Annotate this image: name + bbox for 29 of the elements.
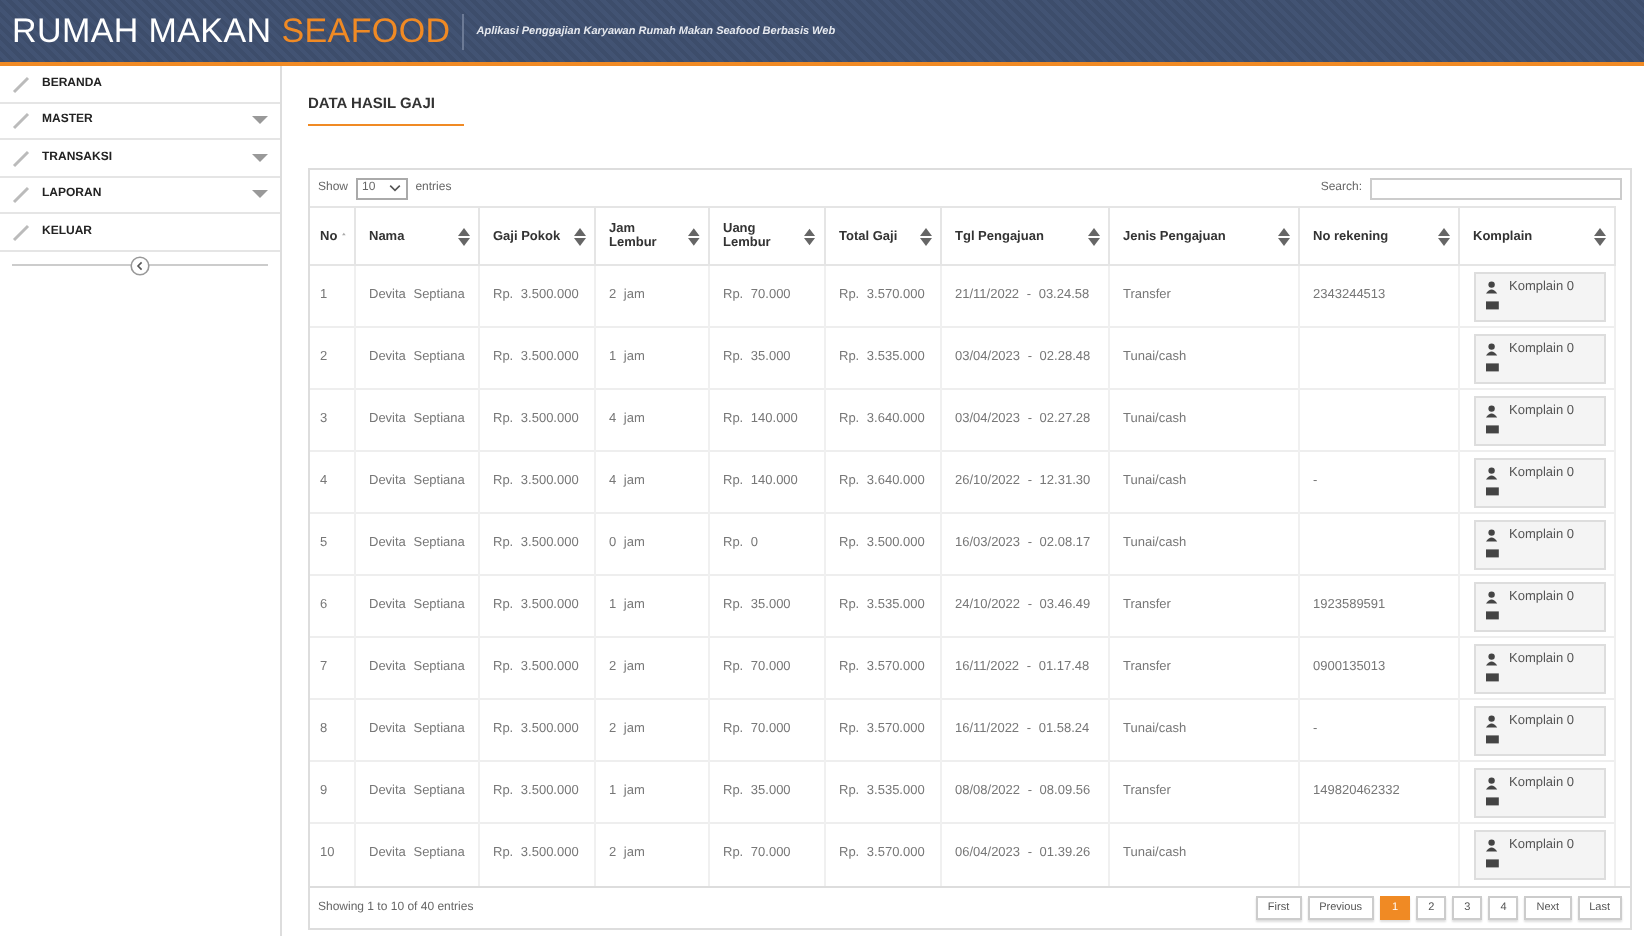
pencil-icon <box>12 147 32 168</box>
pencil-icon <box>12 184 32 205</box>
user-icon <box>1485 279 1501 309</box>
sort-icon <box>803 227 815 245</box>
user-icon <box>1485 651 1501 681</box>
sort-icon <box>1087 227 1099 245</box>
brand-name: RUMAH MAKAN <box>12 11 272 51</box>
collapse-icon[interactable] <box>130 255 150 275</box>
pencil-icon <box>12 221 32 242</box>
brand-highlight: SEAFOOD <box>281 11 451 51</box>
sort-icon <box>573 227 585 245</box>
pencil-icon <box>12 110 32 131</box>
user-icon <box>1485 527 1501 557</box>
sort-icon <box>919 227 931 245</box>
user-icon <box>1485 403 1501 433</box>
sort-icon <box>1593 227 1605 245</box>
chevron-icon <box>387 184 402 192</box>
sort-icon <box>687 227 699 245</box>
search-field[interactable] <box>1370 177 1622 199</box>
user-icon <box>1485 775 1501 805</box>
pencil-icon <box>12 73 32 94</box>
sort-icon <box>457 227 469 245</box>
user-icon <box>1485 341 1501 371</box>
sort-icon <box>1437 227 1449 245</box>
user-icon <box>1485 589 1501 619</box>
user-icon <box>1485 713 1501 743</box>
user-icon <box>1485 465 1501 495</box>
user-icon <box>1485 837 1501 868</box>
sort-icon <box>1277 227 1289 245</box>
